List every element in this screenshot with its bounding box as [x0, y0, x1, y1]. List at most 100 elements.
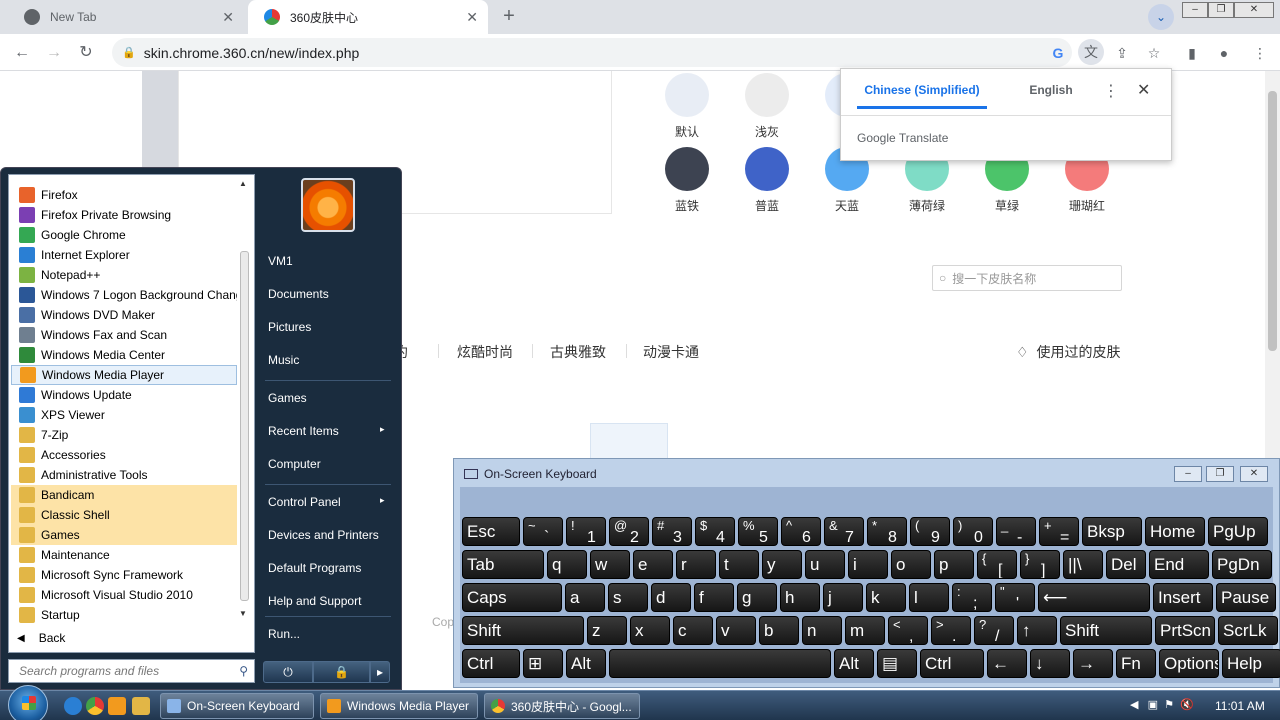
key-fn[interactable]: Fn [1116, 649, 1156, 678]
key-b[interactable]: b [759, 616, 799, 645]
power-options-arrow[interactable]: ▸ [370, 661, 390, 683]
skin-search-input[interactable]: ○ 搜一下皮肤名称 [932, 265, 1122, 291]
tab-new-tab[interactable]: New Tab ✕ [8, 0, 244, 34]
key-tab[interactable]: Tab [462, 550, 544, 579]
key-9[interactable]: (9 [910, 517, 950, 546]
share-icon[interactable]: ⇪ [1112, 43, 1132, 63]
program-item[interactable]: Notepad++ [11, 265, 237, 285]
key-symbol[interactable]: → [1073, 649, 1113, 678]
key-help[interactable]: Help [1222, 649, 1280, 678]
key-pgdn[interactable]: PgDn [1212, 550, 1272, 579]
tray-expand-icon[interactable]: ◀ [1130, 699, 1138, 711]
side-panel-icon[interactable]: ▮ [1182, 43, 1202, 63]
swatch-light-gray[interactable]: 浅灰 [724, 73, 810, 140]
close-window-button[interactable]: ✕ [1234, 2, 1274, 18]
program-item[interactable]: Administrative Tools [11, 465, 237, 485]
key-symbol[interactable]: }] [1020, 550, 1060, 579]
chevron-down-icon[interactable]: ⌄ [1148, 4, 1174, 30]
start-link-recent-items[interactable]: Recent Items ▸ [268, 424, 385, 438]
used-skins-link[interactable]: ♢ 使用过的皮肤 [1016, 342, 1120, 362]
profile-icon[interactable]: ● [1214, 43, 1234, 63]
key-space[interactable] [609, 649, 831, 678]
start-search-input[interactable]: Search programs and files ⚲ [8, 659, 255, 683]
key-d[interactable]: d [651, 583, 691, 612]
category-anime[interactable]: 动漫卡通 [643, 342, 699, 362]
back-arrow-icon[interactable]: ← [10, 41, 34, 65]
program-item[interactable]: Windows Fax and Scan [11, 325, 237, 345]
key-symbol[interactable]: :; [952, 583, 992, 612]
key-h[interactable]: h [780, 583, 820, 612]
taskbar-item-media-player[interactable]: Windows Media Player [320, 693, 478, 719]
program-item[interactable]: Classic Shell [11, 505, 237, 525]
key-symbol[interactable]: ← [987, 649, 1027, 678]
close-window-button[interactable]: ✕ [1240, 466, 1268, 482]
key-pause[interactable]: Pause [1216, 583, 1276, 612]
reload-icon[interactable]: ↻ [74, 41, 98, 65]
key-v[interactable]: v [716, 616, 756, 645]
key-q[interactable]: q [547, 550, 587, 579]
key-i[interactable]: i [848, 550, 888, 579]
key-esc[interactable]: Esc [462, 517, 520, 546]
start-button[interactable] [8, 685, 48, 720]
google-icon[interactable]: G [1048, 43, 1068, 63]
back-button[interactable]: ◀ Back [17, 631, 65, 645]
program-item[interactable]: Windows Media Center [11, 345, 237, 365]
new-tab-button[interactable]: + [496, 5, 522, 29]
key-symbol[interactable]: + = [1039, 517, 1079, 546]
key-symbol[interactable]: ↑ [1017, 616, 1057, 645]
program-item[interactable]: Google Chrome [11, 225, 237, 245]
category-classic[interactable]: 古典雅致 [550, 342, 606, 362]
start-link-control-panel[interactable]: Control Panel ▸ [268, 495, 385, 509]
key-end[interactable]: End [1149, 550, 1209, 579]
program-item[interactable]: Bandicam [11, 485, 237, 505]
minimize-button[interactable]: – [1182, 2, 1208, 18]
program-item[interactable]: Microsoft Visual Studio 2010 [11, 585, 237, 605]
media-player-icon[interactable] [108, 697, 126, 715]
key-z[interactable]: z [587, 616, 627, 645]
program-item[interactable]: Firefox [11, 185, 237, 205]
key-ctrl[interactable]: Ctrl [920, 649, 984, 678]
chrome-icon[interactable] [86, 697, 104, 715]
key-shift[interactable]: Shift [462, 616, 584, 645]
lock-button[interactable]: 🔒 [313, 661, 370, 683]
key-x[interactable]: x [630, 616, 670, 645]
key-8[interactable]: * 8 [867, 517, 907, 546]
key-symbol[interactable]: ~ ` [523, 517, 563, 546]
key-symbol[interactable]: ⟵ [1038, 583, 1150, 612]
volume-muted-icon[interactable]: 🔇 [1180, 699, 1194, 711]
swatch-prussian-blue[interactable]: 普蓝 [724, 147, 810, 214]
tab-source-language[interactable]: Chinese (Simplified) [857, 83, 987, 109]
translate-icon[interactable]: 文 [1078, 39, 1104, 65]
key-ctrl[interactable]: Ctrl [462, 649, 520, 678]
maximize-button[interactable]: ❐ [1208, 2, 1234, 18]
program-item[interactable]: Windows DVD Maker [11, 305, 237, 325]
program-item[interactable]: XPS Viewer [11, 405, 237, 425]
key-symbol[interactable]: ⊞ [523, 649, 563, 678]
key-j[interactable]: j [823, 583, 863, 612]
key-caps[interactable]: Caps [462, 583, 562, 612]
flag-icon[interactable]: ⚑ [1164, 699, 1174, 711]
close-icon[interactable]: ✕ [222, 9, 234, 25]
key-g[interactable]: g [737, 583, 777, 612]
key-r[interactable]: r [676, 550, 716, 579]
scroll-thumb[interactable] [1268, 91, 1277, 351]
key-y[interactable]: y [762, 550, 802, 579]
program-item[interactable]: Accessories [11, 445, 237, 465]
program-item[interactable]: Startup [11, 605, 237, 625]
key-6[interactable]: ^ 6 [781, 517, 821, 546]
swatch-blue-iron[interactable]: 蓝铁 [644, 147, 730, 214]
key-pgup[interactable]: PgUp [1208, 517, 1268, 546]
key-del[interactable]: Del [1106, 550, 1146, 579]
key-o[interactable]: o [891, 550, 931, 579]
key-1[interactable]: ! 1 [566, 517, 606, 546]
key-home[interactable]: Home [1145, 517, 1205, 546]
more-vert-icon[interactable]: ⋮ [1250, 43, 1270, 63]
clock[interactable]: 11:01 AM [1215, 699, 1265, 713]
start-link-documents[interactable]: Documents [268, 287, 329, 301]
start-link-games[interactable]: Games [268, 391, 307, 405]
key-0[interactable]: ) 0 [953, 517, 993, 546]
star-icon[interactable]: ☆ [1144, 43, 1164, 63]
key-3[interactable]: #3 [652, 517, 692, 546]
key-bksp[interactable]: Bksp [1082, 517, 1142, 546]
key-symbol[interactable]: ▤ [877, 649, 917, 678]
